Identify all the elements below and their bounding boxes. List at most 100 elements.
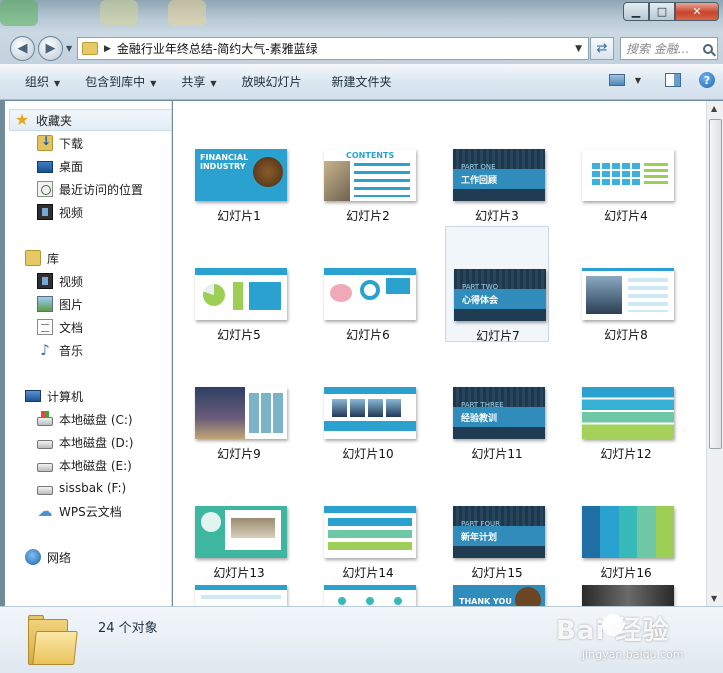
file-name: 幻灯片8 <box>604 328 648 342</box>
sidebar-item-label: 本地磁盘 (D:) <box>59 435 134 450</box>
address-row: ◀ ▶ ▼ ▶ 金融行业年终总结-简约大气-素雅蓝绿 ▼ ⇄ 搜索 金融... <box>0 32 723 64</box>
file-name: 幻灯片2 <box>346 209 390 223</box>
organize-menu[interactable]: 组织 ▼ <box>25 73 60 90</box>
slide-thumbnail-partial[interactable]: THANK YOU <box>453 585 545 606</box>
sidebar-item-label: 最近访问的位置 <box>59 182 144 197</box>
sidebar-item-network[interactable]: 网络 <box>25 546 71 568</box>
maximize-button[interactable]: □ <box>649 2 675 21</box>
sidebar-item-drive-f[interactable]: sissbak (F:) <box>37 477 126 499</box>
recent-pages-dropdown[interactable]: ▼ <box>66 44 72 53</box>
preview-pane-icon[interactable] <box>665 73 681 87</box>
slide-thumbnail-partial[interactable] <box>582 585 674 606</box>
sidebar-item-libraries[interactable]: 库 <box>25 247 59 269</box>
file-name: 幻灯片11 <box>471 447 523 461</box>
minimize-button[interactable]: ▁ <box>623 2 649 21</box>
cloud-icon: ☁ <box>37 502 53 520</box>
include-in-library-menu[interactable]: 包含到库中 ▼ <box>85 73 156 90</box>
command-bar: 组织 ▼ 包含到库中 ▼ 共享 ▼ 放映幻灯片 新建文件夹 ▼ ? <box>0 64 723 100</box>
sidebar-item-favorites[interactable]: ★ 收藏夹 <box>9 109 172 131</box>
folder-icon <box>82 42 98 55</box>
sidebar-item-recent-places[interactable]: 最近访问的位置 <box>37 178 143 200</box>
file-name: 幻灯片5 <box>217 328 261 342</box>
sidebar-item-downloads[interactable]: 下载 <box>37 132 83 154</box>
slide-thumbnail-partial[interactable] <box>195 585 287 606</box>
network-icon <box>25 549 41 565</box>
sidebar-item-music[interactable]: ♪ 音乐 <box>37 339 83 361</box>
help-icon[interactable]: ? <box>699 72 715 88</box>
search-input[interactable]: 搜索 金融... <box>620 37 718 60</box>
file-name: 幻灯片16 <box>600 566 652 580</box>
file-item[interactable]: 幻灯片12 <box>574 387 678 503</box>
video-icon <box>37 204 53 220</box>
slide-thumbnail <box>324 268 416 320</box>
slide-thumbnail: CONTENTS <box>324 149 416 201</box>
view-options-dropdown-icon[interactable]: ▼ <box>635 76 641 85</box>
sidebar-item-drive-c[interactable]: 本地磁盘 (C:) <box>37 408 133 430</box>
sidebar-item-pictures[interactable]: 图片 <box>37 293 83 315</box>
file-name: 幻灯片14 <box>342 566 394 580</box>
computer-icon <box>25 390 41 402</box>
file-name: 幻灯片9 <box>217 447 261 461</box>
file-item[interactable]: 幻灯片10 <box>316 387 420 503</box>
documents-icon <box>37 319 53 335</box>
slide-part-label: PART TWO <box>462 283 499 291</box>
address-bar[interactable]: ▶ 金融行业年终总结-简约大气-素雅蓝绿 ▼ <box>77 37 589 60</box>
scroll-down-icon[interactable]: ▼ <box>711 594 717 603</box>
back-button[interactable]: ◀ <box>10 36 35 61</box>
drive-icon <box>37 485 53 495</box>
sidebar-item-label: 图片 <box>59 297 84 312</box>
slide-thumbnail <box>582 268 674 320</box>
close-button[interactable]: ✕ <box>675 2 719 21</box>
vertical-scrollbar[interactable]: ▲ ▼ <box>706 101 723 606</box>
sidebar-item-label: 视频 <box>59 274 84 289</box>
breadcrumb-current[interactable]: 金融行业年终总结-简约大气-素雅蓝绿 <box>117 40 318 57</box>
file-item[interactable]: 幻灯片8 <box>574 268 678 384</box>
sidebar-item-computer[interactable]: 计算机 <box>25 385 83 407</box>
slide-thumbnail <box>582 506 674 558</box>
file-item[interactable]: 幻灯片6 <box>316 268 420 384</box>
file-name: 幻灯片12 <box>600 447 652 461</box>
sidebar-item-videos-fav[interactable]: 视频 <box>37 201 83 223</box>
file-name: 幻灯片7 <box>476 329 520 343</box>
file-item-selected[interactable]: PART TWO 心得体会 幻灯片7 <box>445 226 549 343</box>
folder-icon <box>28 615 78 665</box>
sidebar-item-drive-d[interactable]: 本地磁盘 (D:) <box>37 431 133 453</box>
sidebar-item-label: 音乐 <box>59 343 84 358</box>
slide-subtitle: 工作回顾 <box>461 176 498 186</box>
slideshow-button[interactable]: 放映幻灯片 <box>242 73 302 90</box>
scroll-up-icon[interactable]: ▲ <box>711 104 717 113</box>
sidebar-item-drive-e[interactable]: 本地磁盘 (E:) <box>37 454 132 476</box>
slide-subtitle: 新年计划 <box>461 533 498 543</box>
sidebar-item-wps-cloud[interactable]: ☁ WPS云文档 <box>37 500 122 522</box>
breadcrumb-separator-icon[interactable]: ▶ <box>104 44 111 54</box>
system-drive-icon <box>37 410 53 426</box>
file-item[interactable]: CONTENTS 幻灯片2 <box>316 149 420 265</box>
music-icon: ♪ <box>40 341 50 359</box>
file-item[interactable]: 幻灯片9 <box>187 387 291 503</box>
refresh-button[interactable]: ⇄ <box>590 37 614 60</box>
sidebar-item-desktop[interactable]: 桌面 <box>37 155 83 177</box>
star-icon: ★ <box>14 110 30 129</box>
video-icon <box>37 273 53 289</box>
slide-thumbnail <box>195 506 287 558</box>
downloads-folder-icon <box>37 134 53 151</box>
file-item[interactable]: 幻灯片4 <box>574 149 678 265</box>
sidebar-item-videos[interactable]: 视频 <box>37 270 83 292</box>
view-controls: ▼ ? <box>608 72 715 88</box>
slide-thumbnail: PART THREE 经验教训 <box>453 387 545 439</box>
new-folder-button[interactable]: 新建文件夹 <box>332 73 392 90</box>
file-item[interactable]: 幻灯片5 <box>187 268 291 384</box>
title-bar: ▁ □ ✕ <box>0 0 723 32</box>
search-icon[interactable] <box>703 43 713 54</box>
close-icon: ✕ <box>692 5 702 18</box>
slide-thumbnail-partial[interactable] <box>324 585 416 606</box>
change-view-icon[interactable] <box>608 74 625 86</box>
file-item[interactable]: PART THREE 经验教训 幻灯片11 <box>445 387 549 503</box>
address-dropdown-icon[interactable]: ▼ <box>575 44 582 54</box>
scrollbar-thumb[interactable] <box>709 119 722 449</box>
file-item[interactable]: FINANCIAL INDUSTRY 幻灯片1 <box>187 149 291 265</box>
share-menu[interactable]: 共享 ▼ <box>181 73 216 90</box>
slide-thumbnail <box>582 387 674 439</box>
sidebar-item-documents[interactable]: 文档 <box>37 316 83 338</box>
forward-button[interactable]: ▶ <box>38 36 63 61</box>
